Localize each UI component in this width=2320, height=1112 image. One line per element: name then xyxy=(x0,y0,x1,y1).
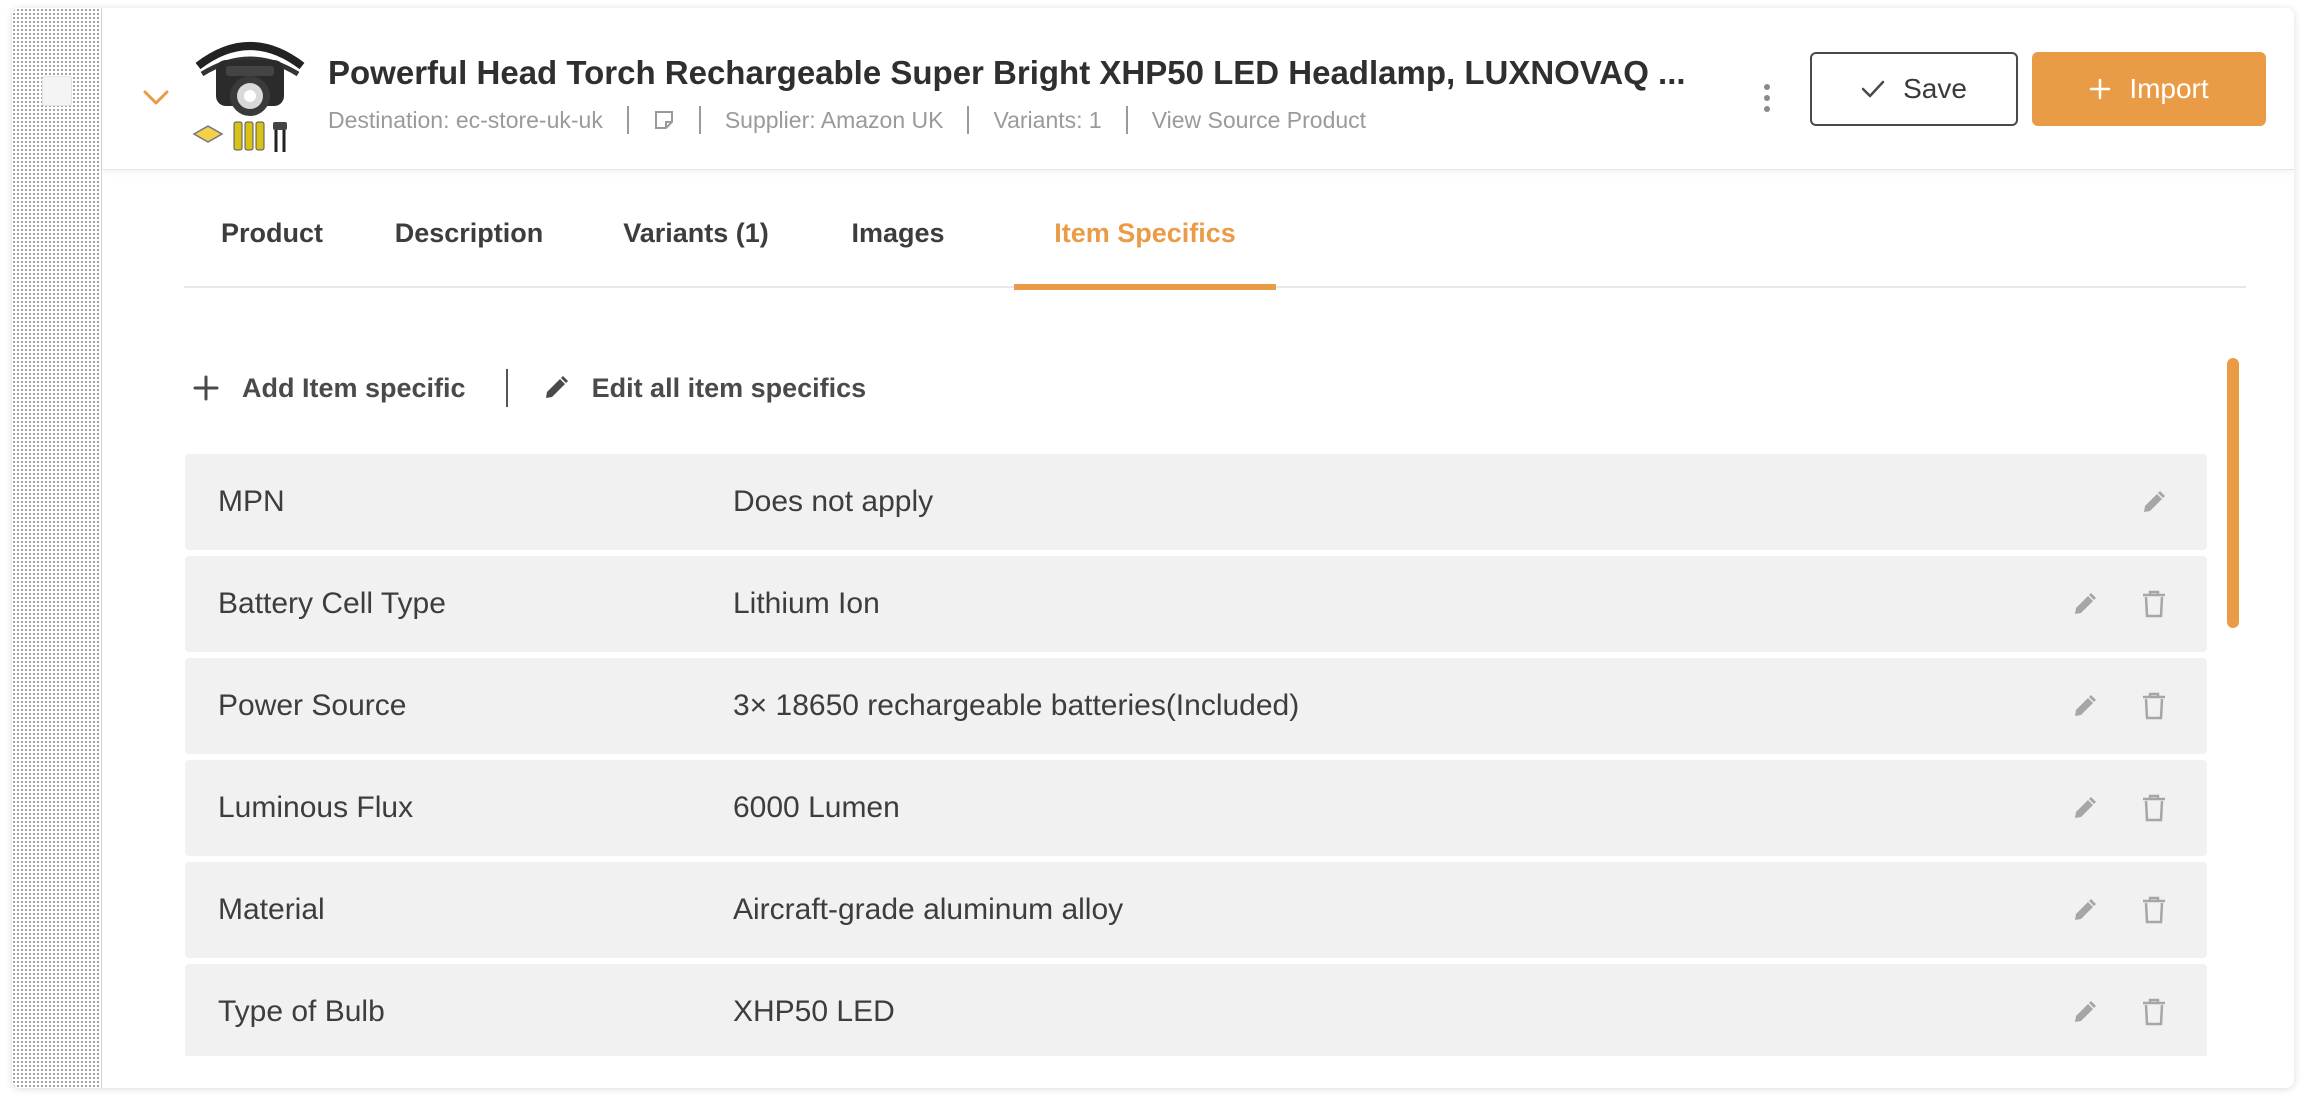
pencil-icon[interactable] xyxy=(2067,994,2103,1030)
product-card: Powerful Head Torch Rechargeable Super B… xyxy=(12,8,2294,1088)
pencil-icon[interactable] xyxy=(2067,586,2103,622)
item-specific-name: MPN xyxy=(218,485,285,518)
item-specific-name: Type of Bulb xyxy=(218,995,385,1028)
item-specific-row: Type of Bulb XHP50 LED xyxy=(185,964,2207,1056)
item-specifics-list: MPN Does not apply Battery Cell Type Lithiu… xyxy=(185,454,2207,1056)
trash-icon[interactable] xyxy=(2136,892,2172,928)
trash-icon[interactable] xyxy=(2136,790,2172,826)
item-specific-name: Battery Cell Type xyxy=(218,587,446,620)
item-specific-value: 3× 18650 rechargeable batteries(Included… xyxy=(733,689,1300,722)
pencil-icon[interactable] xyxy=(2067,790,2103,826)
item-specific-row: Power Source 3× 18650 rechargeable batter… xyxy=(185,658,2207,754)
item-specific-value: Lithium Ion xyxy=(733,587,880,620)
trash-icon[interactable] xyxy=(2136,994,2172,1030)
pencil-icon[interactable] xyxy=(2067,688,2103,724)
item-specific-row: Material Aircraft-grade aluminum alloy xyxy=(185,862,2207,958)
rows-viewport: MPN Does not apply Battery Cell Type Lithiu… xyxy=(12,8,2294,1056)
item-specific-name: Luminous Flux xyxy=(218,791,414,824)
trash-icon[interactable] xyxy=(2136,586,2172,622)
pencil-icon[interactable] xyxy=(2136,484,2172,520)
item-specific-row: Battery Cell Type Lithium Ion xyxy=(185,556,2207,652)
item-specific-value: Aircraft-grade aluminum alloy xyxy=(733,893,1124,926)
item-specific-value: 6000 Lumen xyxy=(733,791,900,824)
item-specific-value: Does not apply xyxy=(733,485,934,518)
pencil-icon[interactable] xyxy=(2067,892,2103,928)
item-specific-value: XHP50 LED xyxy=(733,995,895,1028)
item-specific-row: MPN Does not apply xyxy=(185,454,2207,550)
product-import-page: Powerful Head Torch Rechargeable Super B… xyxy=(0,0,2320,1112)
trash-icon[interactable] xyxy=(2136,688,2172,724)
item-specific-name: Power Source xyxy=(218,689,407,722)
item-specific-name: Material xyxy=(218,893,325,926)
item-specific-row: Luminous Flux 6000 Lumen xyxy=(185,760,2207,856)
